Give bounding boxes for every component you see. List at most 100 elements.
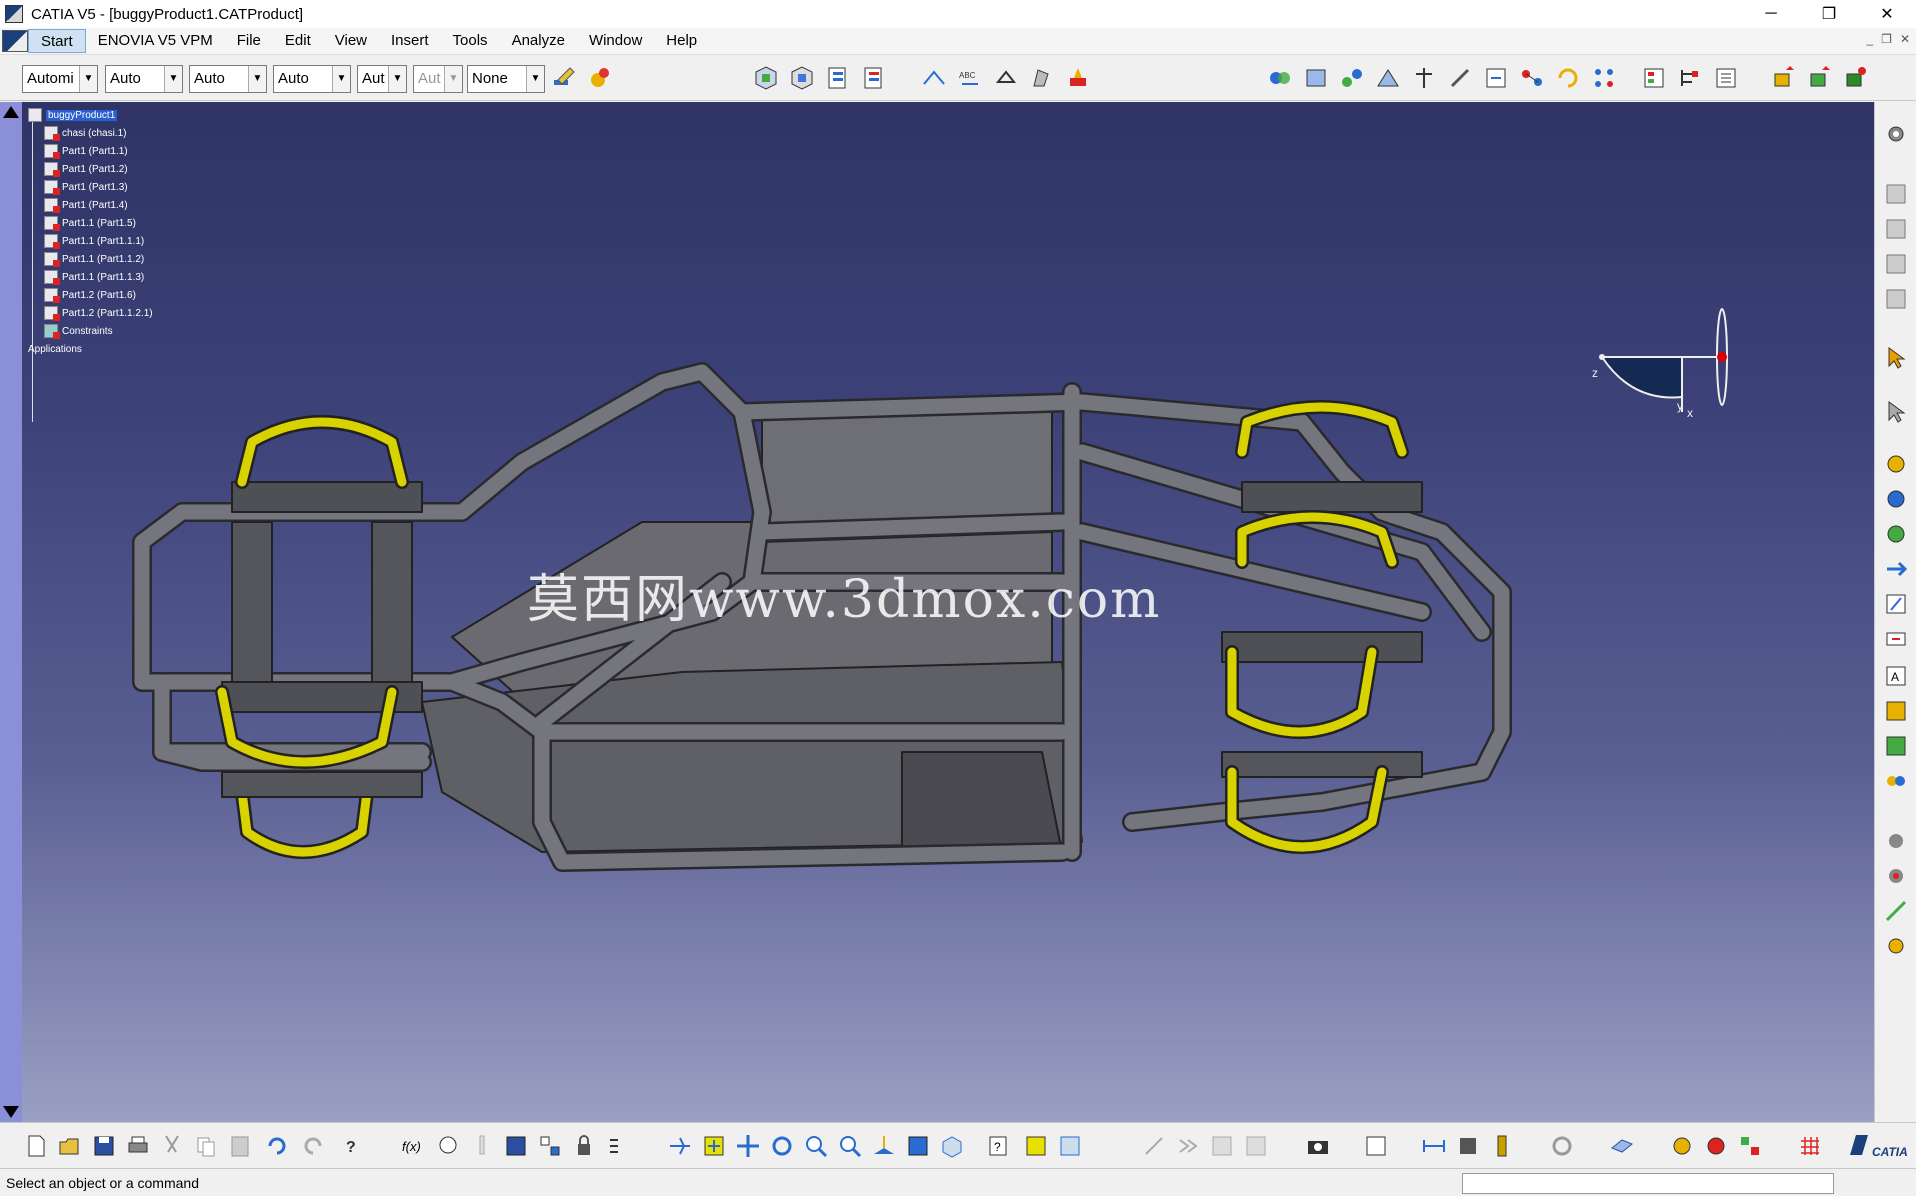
quick-constraint-icon[interactable] bbox=[1482, 64, 1510, 92]
tree-node[interactable]: Part1 (Part1.2) bbox=[44, 160, 128, 178]
tree-node-applications[interactable]: Applications bbox=[28, 340, 82, 358]
group-icon[interactable] bbox=[1882, 767, 1910, 795]
tree-node[interactable]: Part1.2 (Part1.6) bbox=[44, 286, 136, 304]
product-icon[interactable] bbox=[752, 64, 780, 92]
reuse-pattern-icon[interactable] bbox=[1590, 64, 1618, 92]
tool-c-icon[interactable] bbox=[1208, 1132, 1236, 1160]
render-style-combo[interactable]: None ▼ bbox=[467, 65, 545, 93]
section-icon[interactable] bbox=[1882, 180, 1910, 208]
flexible-rigid-icon[interactable] bbox=[1518, 64, 1546, 92]
bill-of-material-icon[interactable] bbox=[1640, 64, 1668, 92]
iso-view-icon[interactable] bbox=[938, 1132, 966, 1160]
redo-icon[interactable] bbox=[300, 1132, 328, 1160]
coincidence-constraint-icon[interactable] bbox=[1266, 64, 1294, 92]
space-analysis-icon[interactable] bbox=[1454, 1132, 1482, 1160]
lock-icon[interactable] bbox=[570, 1132, 598, 1160]
catia-logo-icon[interactable] bbox=[2, 30, 28, 52]
menu-window[interactable]: Window bbox=[577, 29, 654, 53]
command-input[interactable] bbox=[1462, 1173, 1834, 1194]
compass-icon[interactable]: z y x bbox=[1582, 302, 1752, 422]
menu-tools[interactable]: Tools bbox=[441, 29, 500, 53]
fit-all-in-icon[interactable] bbox=[700, 1132, 728, 1160]
tree-reordering-icon[interactable] bbox=[1676, 64, 1704, 92]
distance-icon[interactable] bbox=[1882, 250, 1910, 278]
weld-icon[interactable] bbox=[1882, 827, 1910, 855]
material-icon[interactable] bbox=[586, 64, 614, 92]
generate-numbering-icon[interactable] bbox=[1712, 64, 1740, 92]
capture-icon[interactable] bbox=[1304, 1132, 1332, 1160]
tool-b-icon[interactable] bbox=[1174, 1132, 1202, 1160]
gear-assembly-icon[interactable] bbox=[1882, 120, 1910, 148]
doc-restore-button[interactable]: ❐ bbox=[1881, 32, 1892, 46]
tree-node[interactable]: Part1.2 (Part1.1.2.1) bbox=[44, 304, 153, 322]
doc-minimize-button[interactable]: _ bbox=[1866, 32, 1873, 46]
tree-root-item[interactable]: buggyProduct1 bbox=[28, 106, 118, 124]
undo-icon[interactable] bbox=[262, 1132, 290, 1160]
offset-constraint-icon[interactable] bbox=[1338, 64, 1366, 92]
light-icon[interactable] bbox=[468, 1132, 496, 1160]
normal-view-icon[interactable] bbox=[870, 1132, 898, 1160]
explode-icon[interactable] bbox=[1028, 64, 1056, 92]
dimension-icon[interactable] bbox=[1420, 1132, 1448, 1160]
clash-icon[interactable] bbox=[1882, 215, 1910, 243]
update-icon[interactable] bbox=[1554, 64, 1582, 92]
tree-node[interactable]: Part1.1 (Part1.1.3) bbox=[44, 268, 144, 286]
stop-clash-icon[interactable] bbox=[1882, 590, 1910, 618]
annotation-icon[interactable]: A bbox=[1882, 662, 1910, 690]
zoom-in-icon[interactable] bbox=[802, 1132, 830, 1160]
close-button[interactable]: ✕ bbox=[1858, 0, 1916, 28]
painter-icon[interactable] bbox=[550, 64, 578, 92]
replace-component-icon[interactable] bbox=[860, 64, 888, 92]
zoom-out-icon[interactable] bbox=[836, 1132, 864, 1160]
measure-icon[interactable] bbox=[1882, 285, 1910, 313]
hide-show-icon[interactable] bbox=[1022, 1132, 1050, 1160]
swap-space-icon[interactable] bbox=[1056, 1132, 1084, 1160]
line-type-combo[interactable]: Auto ▼ bbox=[273, 65, 351, 93]
shading-icon[interactable]: ? bbox=[984, 1132, 1012, 1160]
cycle-icon[interactable] bbox=[1548, 1132, 1576, 1160]
print-icon[interactable] bbox=[124, 1132, 152, 1160]
menu-insert[interactable]: Insert bbox=[379, 29, 441, 53]
new-icon[interactable] bbox=[22, 1132, 50, 1160]
rotate-icon[interactable] bbox=[768, 1132, 796, 1160]
pocket-icon[interactable] bbox=[1882, 932, 1910, 960]
tree-scrollbar[interactable] bbox=[0, 102, 22, 1122]
copy-icon[interactable] bbox=[192, 1132, 220, 1160]
menu-file[interactable]: File bbox=[225, 29, 273, 53]
multi-view-icon[interactable] bbox=[904, 1132, 932, 1160]
open-icon[interactable] bbox=[56, 1132, 84, 1160]
scroll-down-arrow-icon[interactable] bbox=[3, 1106, 19, 1118]
tree-node[interactable]: Part1.1 (Part1.1.2) bbox=[44, 250, 144, 268]
buggy-chassis-model[interactable] bbox=[122, 352, 1822, 1112]
menu-edit[interactable]: Edit bbox=[273, 29, 323, 53]
reorder-icon[interactable] bbox=[1362, 1132, 1390, 1160]
angle-constraint-icon[interactable] bbox=[1374, 64, 1402, 92]
render-icon[interactable] bbox=[1668, 1132, 1696, 1160]
hole-icon[interactable] bbox=[1882, 862, 1910, 890]
tool-a-icon[interactable] bbox=[1140, 1132, 1168, 1160]
part-icon[interactable] bbox=[788, 64, 816, 92]
tree-node[interactable]: Part1 (Part1.1) bbox=[44, 142, 128, 160]
menu-view[interactable]: View bbox=[323, 29, 379, 53]
tree-node[interactable]: Part1 (Part1.3) bbox=[44, 178, 128, 196]
existing-component-icon[interactable] bbox=[824, 64, 852, 92]
fix-component-icon[interactable] bbox=[1410, 64, 1438, 92]
select-cursor-icon[interactable] bbox=[1882, 344, 1910, 372]
snap-icon[interactable] bbox=[920, 64, 948, 92]
transparency-combo[interactable]: Auto ▼ bbox=[105, 65, 183, 93]
split-icon[interactable] bbox=[1882, 897, 1910, 925]
fill-color-combo[interactable]: Automi ▼ bbox=[22, 65, 98, 93]
contact-constraint-icon[interactable] bbox=[1302, 64, 1330, 92]
minimize-button[interactable]: ─ bbox=[1742, 0, 1800, 28]
doc-close-button[interactable]: ✕ bbox=[1900, 32, 1910, 46]
stop-manipulation-icon[interactable] bbox=[1064, 64, 1092, 92]
menu-analyze[interactable]: Analyze bbox=[500, 29, 577, 53]
whats-this-icon[interactable]: ? bbox=[340, 1132, 368, 1160]
3d-viewport[interactable]: 莫西网www.3dmox.com z y x z x bbox=[22, 102, 1874, 1122]
menu-start[interactable]: Start bbox=[28, 29, 86, 53]
line-thickness-combo[interactable]: Auto ▼ bbox=[189, 65, 267, 93]
tree-node[interactable]: chasi (chasi.1) bbox=[44, 124, 126, 142]
cut-icon[interactable] bbox=[158, 1132, 186, 1160]
manipulation-icon[interactable]: ABC bbox=[956, 64, 984, 92]
table-icon[interactable] bbox=[502, 1132, 530, 1160]
